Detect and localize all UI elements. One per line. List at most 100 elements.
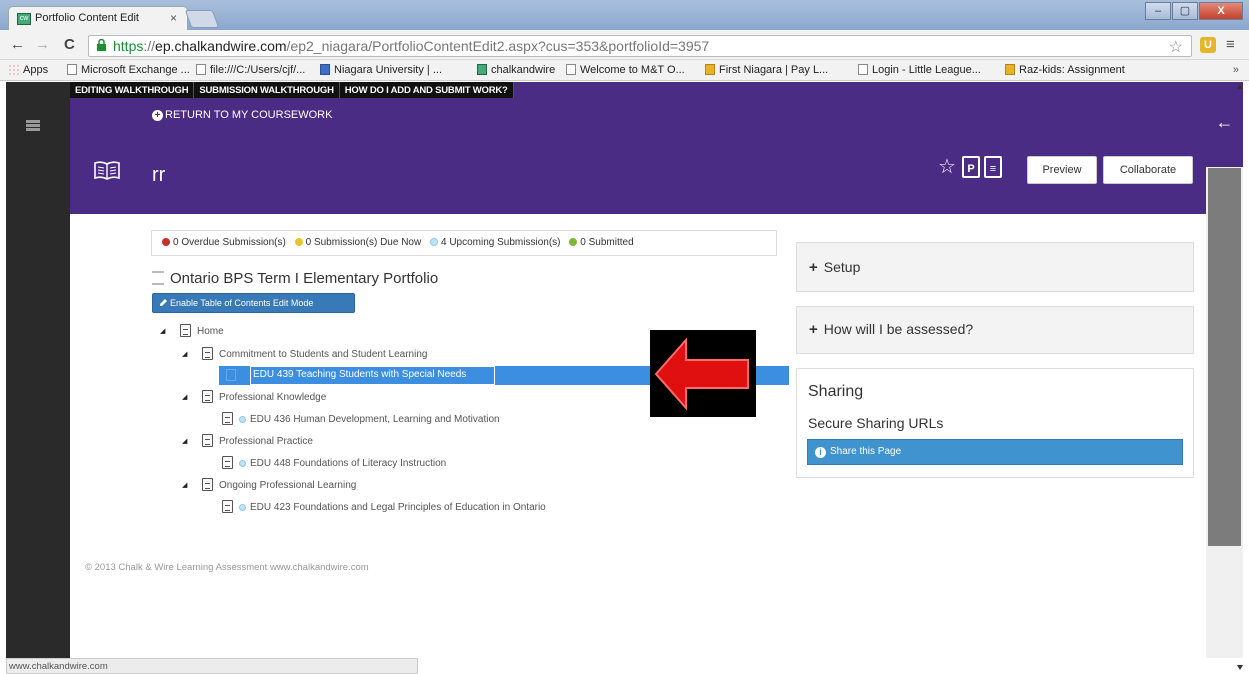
submission-walkthrough-link[interactable]: SUBMISSION WALKTHROUGH xyxy=(194,82,340,98)
setup-panel[interactable]: + Setup xyxy=(796,242,1194,292)
folder-file-icon xyxy=(202,347,213,360)
status-dot-icon xyxy=(239,416,246,423)
bookmark-first-niagara[interactable]: First Niagara | Pay L... xyxy=(705,64,828,76)
portfolio-header: EDITING WALKTHROUGH SUBMISSION WALKTHROU… xyxy=(70,82,1206,214)
sharing-panel: Sharing Secure Sharing URLs i Share this … xyxy=(796,368,1194,478)
red-dot-icon xyxy=(162,238,170,246)
bookmark-star-icon[interactable]: ☆ xyxy=(1169,37,1183,56)
header-actions: ☆ P ≡ xyxy=(936,156,1002,178)
bookmarks-overflow-icon[interactable]: » xyxy=(1233,64,1239,76)
tab-close-icon[interactable]: × xyxy=(170,11,177,25)
folder-file-icon xyxy=(202,478,213,491)
pdf-export-icon[interactable]: P xyxy=(962,156,980,178)
niagara-icon xyxy=(320,64,330,75)
folder-file-icon xyxy=(180,324,191,337)
enable-toc-edit-button[interactable]: Enable Table of Contents Edit Mode xyxy=(152,293,355,313)
status-dot-icon xyxy=(239,504,246,511)
address-bar[interactable]: https://ep.chalkandwire.com/ep2_niagara/… xyxy=(88,35,1192,57)
apps-grid-icon xyxy=(8,64,19,75)
bookmark-apps[interactable]: Apps xyxy=(8,64,48,76)
browser-menu-icon[interactable]: ≡ xyxy=(1226,36,1235,53)
hamburger-menu-icon[interactable] xyxy=(26,120,40,131)
preview-button[interactable]: Preview xyxy=(1027,156,1097,184)
submissions-summary: 0 Overdue Submission(s) 0 Submission(s) … xyxy=(151,230,777,256)
page-scrollbar[interactable]: ← xyxy=(1206,82,1243,658)
file-icon xyxy=(222,456,233,469)
folder-file-icon xyxy=(202,390,213,403)
folder-file-icon xyxy=(202,434,213,447)
minimize-button[interactable]: – xyxy=(1145,2,1171,20)
browser-toolbar: ← → C https://ep.chalkandwire.com/ep2_ni… xyxy=(0,30,1249,60)
scroll-down-icon[interactable] xyxy=(1237,665,1243,670)
footer-copyright: © 2013 Chalk & Wire Learning Assessment … xyxy=(85,562,369,573)
new-tab-button[interactable] xyxy=(184,10,220,28)
tree-item-edu436[interactable]: EDU 436 Human Development, Learning and … xyxy=(222,411,500,429)
due-now-count[interactable]: 0 Submission(s) Due Now xyxy=(294,237,421,248)
forward-arrow-icon[interactable]: → xyxy=(35,36,50,53)
annotation-arrow-box xyxy=(650,330,756,417)
share-this-page-button[interactable]: i Share this Page xyxy=(807,439,1183,465)
editing-walkthrough-link[interactable]: EDITING WALKTHROUGH xyxy=(70,82,195,98)
tree-item-label: EDU 439 Teaching Students with Special N… xyxy=(253,369,467,380)
bookmark-little-league[interactable]: Login - Little League... xyxy=(858,64,981,76)
bookmarks-bar: Apps Microsoft Exchange ... file:///C:/U… xyxy=(0,60,1249,81)
list-icon xyxy=(152,271,164,285)
expand-triangle-icon[interactable]: ◢ xyxy=(182,389,187,407)
submitted-count[interactable]: 0 Submitted xyxy=(569,237,634,248)
collaborate-button[interactable]: Collaborate xyxy=(1103,156,1193,184)
circle-plus-icon: + xyxy=(152,110,163,121)
bookmark-local-file[interactable]: file:///C:/Users/cjf/... xyxy=(196,64,305,76)
open-book-icon xyxy=(94,161,120,180)
page-icon xyxy=(196,64,206,75)
left-navigation-rail xyxy=(6,82,70,658)
overdue-count[interactable]: 0 Overdue Submission(s) xyxy=(162,237,286,248)
scroll-up-icon[interactable] xyxy=(1237,84,1243,89)
url-path: /ep2_niagara/PortfolioContentEdit2.aspx?… xyxy=(286,38,710,54)
expand-triangle-icon[interactable]: ◢ xyxy=(182,477,187,495)
maximize-button[interactable]: ▢ xyxy=(1172,2,1198,20)
file-icon xyxy=(222,412,233,425)
file-icon xyxy=(226,369,236,381)
browser-tab[interactable]: cw Portfolio Content Edit × xyxy=(8,6,188,30)
back-arrow-icon[interactable]: ← xyxy=(10,36,25,53)
reload-icon[interactable]: C xyxy=(64,36,75,53)
tab-title: Portfolio Content Edit xyxy=(35,12,139,24)
scrollbar-thumb[interactable] xyxy=(1208,168,1241,546)
bookmark-chalkandwire[interactable]: chalkandwire xyxy=(477,64,555,76)
info-icon: i xyxy=(815,447,826,458)
plus-icon: + xyxy=(809,321,818,338)
window-controls: – ▢ X xyxy=(1144,2,1243,20)
return-to-coursework-link[interactable]: + RETURN TO MY COURSEWORK xyxy=(152,109,332,121)
plus-icon: + xyxy=(809,259,818,276)
favorite-star-icon[interactable]: ☆ xyxy=(936,156,958,178)
document-export-icon[interactable]: ≡ xyxy=(984,156,1002,178)
light-blue-dot-icon xyxy=(430,238,438,246)
expand-triangle-icon[interactable]: ◢ xyxy=(160,323,165,341)
page-title: rr xyxy=(152,164,166,186)
page-icon xyxy=(858,64,868,75)
portfolio-title: Ontario BPS Term I Elementary Portfolio xyxy=(152,270,438,287)
yellow-dot-icon xyxy=(294,238,303,246)
browser-status-bar: www.chalkandwire.com xyxy=(6,658,418,674)
extension-icon[interactable]: U xyxy=(1200,37,1216,53)
panel-back-arrow-icon[interactable]: ← xyxy=(1206,82,1243,167)
close-window-button[interactable]: X xyxy=(1199,2,1243,20)
assessment-panel[interactable]: + How will I be assessed? xyxy=(796,306,1194,354)
bookmark-mt[interactable]: Welcome to M&T O... xyxy=(566,64,685,76)
bookmark-niagara-university[interactable]: Niagara University | ... xyxy=(320,64,442,76)
tree-item-edu448[interactable]: EDU 448 Foundations of Literacy Instruct… xyxy=(222,455,446,473)
bookmark-raz-kids[interactable]: Raz-kids: Assignment xyxy=(1005,64,1125,76)
bookmark-microsoft-exchange[interactable]: Microsoft Exchange ... xyxy=(67,64,190,76)
first-niagara-icon xyxy=(705,64,715,75)
page-icon xyxy=(566,64,576,75)
green-dot-icon xyxy=(569,238,578,246)
sharing-title: Sharing xyxy=(808,383,864,400)
how-to-submit-link[interactable]: HOW DO I ADD AND SUBMIT WORK? xyxy=(339,82,514,98)
page-icon xyxy=(67,64,77,75)
upcoming-count[interactable]: 4 Upcoming Submission(s) xyxy=(430,237,561,248)
raz-kids-icon xyxy=(1005,64,1015,75)
chalkandwire-icon xyxy=(477,64,487,75)
tree-item-edu423[interactable]: EDU 423 Foundations and Legal Principles… xyxy=(222,499,546,517)
expand-triangle-icon[interactable]: ◢ xyxy=(182,433,187,451)
expand-triangle-icon[interactable]: ◢ xyxy=(182,346,187,364)
